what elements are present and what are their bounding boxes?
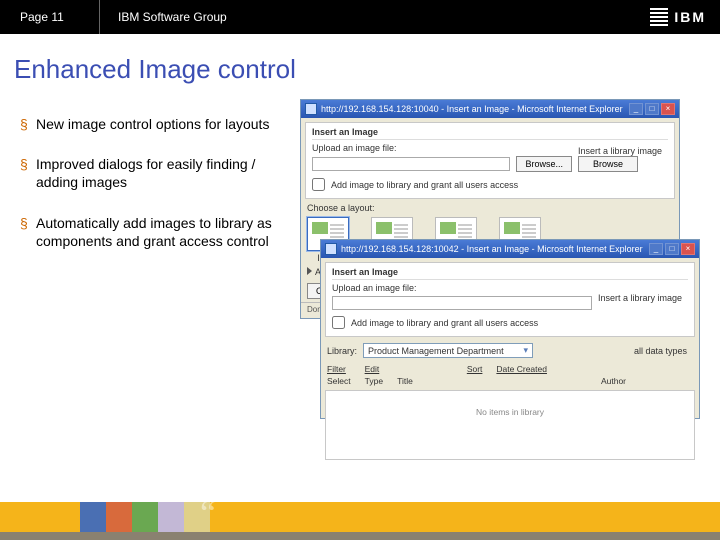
add-to-library-checkbox[interactable]: [332, 316, 345, 329]
bullet-item: New image control options for layouts: [20, 115, 290, 133]
ie-icon: [325, 243, 337, 255]
fieldset-insert: Insert an Image Upload an image file: In…: [325, 262, 695, 337]
window-title: http://192.168.154.128:10040 - Insert an…: [321, 104, 623, 114]
upload-label: Upload an image file:: [332, 283, 592, 293]
group-name: IBM Software Group: [100, 10, 227, 24]
chevron-right-icon: [307, 267, 312, 275]
minimize-button[interactable]: _: [649, 243, 663, 255]
ie-icon: [305, 103, 317, 115]
bullet-item: Automatically add images to library as c…: [20, 214, 290, 250]
close-button[interactable]: ×: [681, 243, 695, 255]
title-label: Title: [397, 376, 413, 386]
ibm-logo: IBM: [650, 8, 706, 26]
slide-title: Enhanced Image control: [0, 34, 720, 93]
slide-footer: “: [0, 496, 720, 540]
dialog-insert-image-2: http://192.168.154.128:10042 - Insert an…: [320, 239, 700, 419]
browse-button[interactable]: Browse...: [516, 156, 572, 172]
date-created-link[interactable]: Date Created: [496, 364, 547, 374]
top-bar: Page 11 IBM Software Group IBM: [0, 0, 720, 34]
fieldset-insert: Insert an Image Upload an image file: Br…: [305, 122, 675, 199]
library-table: No items in library: [325, 390, 695, 460]
add-to-library-checkbox[interactable]: [312, 178, 325, 191]
select-label: Select: [327, 376, 351, 386]
quote-icon: “: [200, 492, 216, 534]
author-label: Author: [601, 376, 626, 386]
upload-label: Upload an image file:: [312, 143, 572, 153]
maximize-button[interactable]: □: [645, 103, 659, 115]
minimize-button[interactable]: _: [629, 103, 643, 115]
footer-swatches: [80, 502, 210, 532]
upload-input[interactable]: [332, 296, 592, 310]
window-titlebar[interactable]: http://192.168.154.128:10040 - Insert an…: [301, 100, 679, 118]
edit-link[interactable]: Edit: [365, 364, 383, 374]
library-value: Product Management Department: [368, 346, 504, 356]
filter-link[interactable]: Filter: [327, 364, 351, 374]
fieldset-legend: Insert an Image: [332, 267, 688, 280]
bullet-list: New image control options for layouts Im…: [20, 99, 290, 429]
insert-library-label: Insert a library image: [578, 146, 668, 156]
ibm-logo-text: IBM: [674, 9, 706, 25]
add-to-library-label: Add image to library and grant all users…: [351, 318, 538, 328]
type-label: Type: [365, 376, 383, 386]
browse-library-button[interactable]: Browse: [578, 156, 638, 172]
window-title: http://192.168.154.128:10042 - Insert an…: [341, 244, 643, 254]
bullet-item: Improved dialogs for easily finding / ad…: [20, 155, 290, 191]
sort-link[interactable]: Sort: [467, 364, 483, 374]
screenshot-stack: http://192.168.154.128:10040 - Insert an…: [300, 99, 700, 429]
upload-input[interactable]: [312, 157, 510, 171]
fieldset-legend: Insert an Image: [312, 127, 668, 140]
ibm-logo-icon: [650, 8, 668, 26]
window-titlebar[interactable]: http://192.168.154.128:10042 - Insert an…: [321, 240, 699, 258]
show-label: all data types: [634, 346, 687, 356]
close-button[interactable]: ×: [661, 103, 675, 115]
insert-library-label: Insert a library image: [598, 293, 688, 303]
library-select[interactable]: Product Management Department: [363, 343, 533, 358]
choose-layout-label: Choose a layout:: [307, 203, 673, 213]
library-label: Library:: [327, 346, 357, 356]
page-number: Page 11: [0, 0, 100, 34]
add-to-library-label: Add image to library and grant all users…: [331, 180, 518, 190]
maximize-button[interactable]: □: [665, 243, 679, 255]
empty-state: No items in library: [326, 391, 694, 433]
